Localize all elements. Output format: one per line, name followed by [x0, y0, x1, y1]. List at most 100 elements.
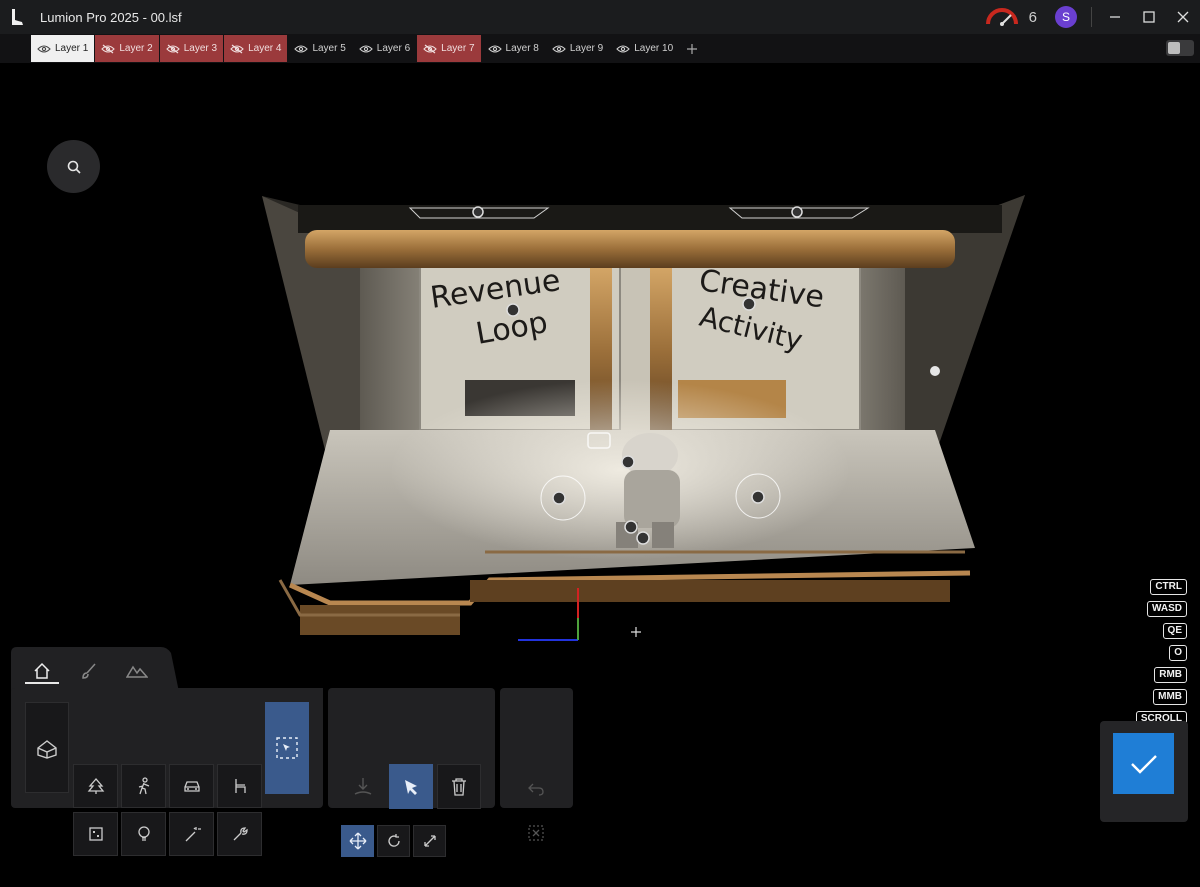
tab-landscape[interactable]: [120, 656, 154, 686]
title-bar: Lumion Pro 2025 - 00.lsf 6 S: [0, 0, 1200, 34]
eye-icon[interactable]: [552, 44, 566, 54]
layer-tab-label: Layer 10: [634, 43, 674, 54]
eye-hidden-icon[interactable]: [423, 44, 437, 54]
user-avatar[interactable]: S: [1055, 6, 1077, 28]
layer-tab-label: Layer 2: [119, 43, 153, 54]
place-on-ground-button[interactable]: [341, 764, 385, 809]
checkmark-icon: [1130, 754, 1157, 774]
deselect-icon: [528, 825, 544, 841]
rotate-tool-button[interactable]: [377, 825, 410, 857]
layer-tab-label: Layer 8: [505, 43, 539, 54]
chair-icon: [234, 779, 246, 793]
category-utilities[interactable]: [217, 812, 262, 856]
trash-icon: [452, 777, 466, 796]
eye-icon[interactable]: [616, 44, 631, 54]
eye-icon[interactable]: [294, 44, 309, 54]
maximize-icon: [1143, 11, 1155, 23]
category-transport[interactable]: [169, 764, 214, 808]
shortcut-key: RMB: [1154, 667, 1187, 683]
scale-tool-button[interactable]: [413, 825, 446, 857]
eye-hidden-icon[interactable]: [230, 44, 244, 54]
shortcut-key: O: [1169, 645, 1187, 661]
magic-wand-icon: [185, 827, 201, 842]
layer-tab-label: Layer 9: [569, 43, 604, 54]
close-button[interactable]: [1166, 0, 1200, 34]
layer-tab-label: Layer 3: [183, 43, 218, 54]
layer-panel-toggle[interactable]: [1166, 40, 1194, 56]
add-layer-button[interactable]: [680, 35, 704, 62]
cursor-arrow-icon: [405, 779, 417, 795]
clear-selection-button[interactable]: [520, 820, 552, 846]
move-tool-button[interactable]: [341, 825, 374, 857]
selection-mode-button[interactable]: [265, 702, 309, 794]
category-people[interactable]: [121, 764, 166, 808]
scale-arrows-icon: [423, 835, 436, 847]
shortcut-key: WASD: [1147, 601, 1187, 617]
layer-tab-1[interactable]: Layer 1: [31, 35, 95, 62]
shortcut-key: CTRL: [1150, 579, 1187, 595]
selection-box-icon: [276, 737, 298, 759]
search-button[interactable]: [47, 140, 100, 193]
brush-icon: [82, 663, 96, 679]
eye-icon[interactable]: [487, 44, 502, 54]
window-title: Lumion Pro 2025 - 00.lsf: [40, 9, 182, 25]
landscape-icon: [126, 665, 148, 678]
delete-button[interactable]: [437, 764, 481, 809]
confirm-panel: [1100, 721, 1188, 822]
house-cube-icon: [37, 739, 57, 759]
category-nature[interactable]: [73, 764, 118, 808]
lumion-logo-icon: [0, 0, 34, 34]
layer-tab-8[interactable]: Layer 8: [482, 35, 545, 62]
shortcut-keys: CTRL WASD QE O RMB MMB SCROLL: [1135, 579, 1187, 733]
layer-bar: Layer 1 Layer 2 Layer 3 Layer 4 Layer 5 Layer…: [0, 34, 1200, 63]
performance-gauge-icon[interactable]: [985, 7, 1019, 27]
import-model-button[interactable]: [25, 702, 69, 793]
cube-icon: [88, 827, 103, 841]
minimize-button[interactable]: [1098, 0, 1132, 34]
layer-tab-label: Layer 6: [376, 43, 411, 54]
minimize-icon: [1110, 16, 1120, 18]
drop-to-surface-icon: [354, 777, 372, 795]
undo-button[interactable]: [520, 776, 552, 802]
layer-tab-5[interactable]: Layer 5: [288, 35, 351, 62]
maximize-button[interactable]: [1132, 0, 1166, 34]
eye-icon[interactable]: [359, 44, 373, 54]
select-tool-button[interactable]: [389, 764, 433, 809]
layer-tab-6[interactable]: Layer 6: [353, 35, 416, 62]
tab-materials[interactable]: [72, 656, 106, 686]
layer-tab-label: Layer 5: [312, 43, 346, 54]
tree-icon: [87, 778, 104, 794]
layer-tab-2[interactable]: Layer 2: [95, 35, 159, 62]
layer-tab-9[interactable]: Layer 9: [546, 35, 609, 62]
category-objects[interactable]: [73, 812, 118, 856]
layer-tab-4[interactable]: Layer 4: [224, 35, 288, 62]
eye-hidden-icon[interactable]: [101, 44, 116, 54]
shortcut-key: QE: [1162, 623, 1187, 639]
category-lights[interactable]: [121, 812, 166, 856]
search-icon: [67, 160, 81, 174]
confirm-button[interactable]: [1113, 733, 1174, 794]
close-icon: [1177, 11, 1189, 23]
home-icon: [34, 662, 50, 679]
performance-count: 6: [1028, 8, 1037, 26]
layer-tab-label: Layer 7: [441, 43, 475, 54]
eye-icon[interactable]: [37, 44, 51, 54]
layer-tab-10[interactable]: Layer 10: [610, 35, 679, 62]
layer-tab-label: Layer 1: [55, 43, 89, 54]
layer-tab-label: Layer 4: [248, 43, 282, 54]
layer-tab-3[interactable]: Layer 3: [159, 35, 224, 62]
undo-icon: [528, 783, 544, 796]
category-effects[interactable]: [169, 812, 214, 856]
layer-tabs: Layer 1 Layer 2 Layer 3 Layer 4 Layer 5 Layer…: [31, 35, 704, 62]
rotate-icon: [387, 834, 400, 847]
category-interior[interactable]: [217, 764, 262, 808]
move-arrows-icon: [349, 832, 366, 850]
plus-icon: [687, 43, 698, 54]
mode-tab-indicator: [25, 682, 59, 684]
car-icon: [183, 781, 200, 792]
eye-hidden-icon[interactable]: [165, 44, 180, 54]
person-icon: [138, 777, 149, 795]
title-separator: [1091, 7, 1092, 27]
layer-tab-7[interactable]: Layer 7: [417, 35, 481, 62]
shortcut-key: MMB: [1153, 689, 1187, 705]
